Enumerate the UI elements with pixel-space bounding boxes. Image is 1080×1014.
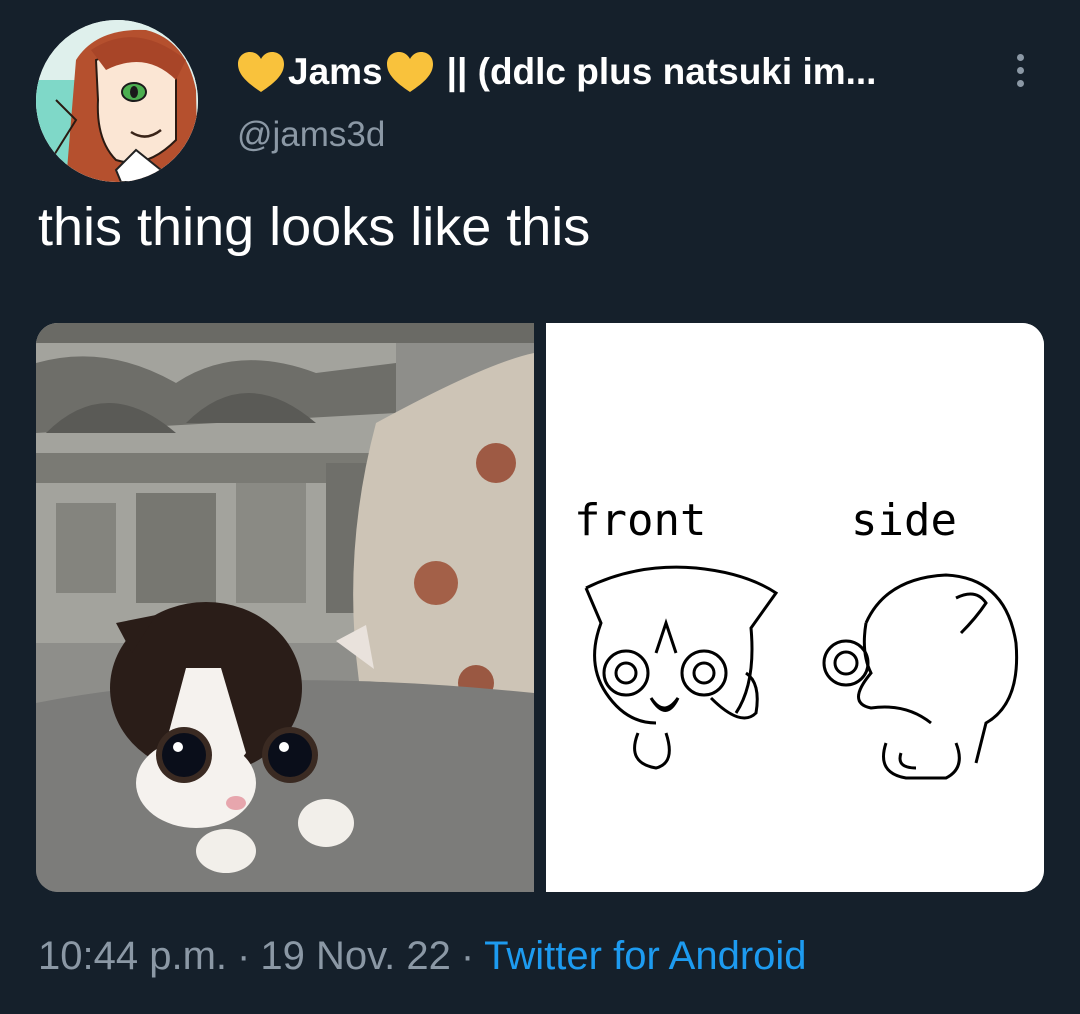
side-label: side — [851, 495, 957, 546]
author-handle[interactable]: @jams3d — [237, 115, 385, 155]
tweet-date[interactable]: 19 Nov. 22 — [260, 934, 451, 979]
tweet-text: this thing looks like this — [38, 197, 591, 257]
more-vertical-icon[interactable] — [1003, 48, 1037, 92]
tweet-source-link[interactable]: Twitter for Android — [484, 934, 806, 979]
tweet-time[interactable]: 10:44 p.m. — [38, 934, 227, 979]
author-name-row[interactable]: Jams || (ddlc plus natsuki im... — [236, 50, 876, 94]
avatar[interactable] — [36, 20, 198, 182]
dot — [1016, 53, 1024, 61]
yellow-heart-icon — [236, 50, 286, 94]
meta-separator: · — [460, 933, 475, 978]
yellow-heart-icon — [385, 50, 435, 94]
front-label: front — [574, 495, 706, 546]
tweet: Jams || (ddlc plus natsuki im... @jams3d… — [0, 0, 1080, 1014]
drawing-image[interactable]: front side — [546, 323, 1044, 892]
dot — [1016, 79, 1024, 87]
tweet-meta: 10:44 p.m. · 19 Nov. 22 · Twitter for An… — [38, 932, 807, 980]
media-grid: front side — [36, 323, 1044, 892]
dot — [1016, 66, 1024, 74]
display-name-suffix: || (ddlc plus natsuki im... — [446, 51, 877, 92]
kitten-photo[interactable] — [36, 323, 534, 892]
display-name: Jams — [288, 51, 383, 92]
meta-separator: · — [237, 933, 251, 978]
